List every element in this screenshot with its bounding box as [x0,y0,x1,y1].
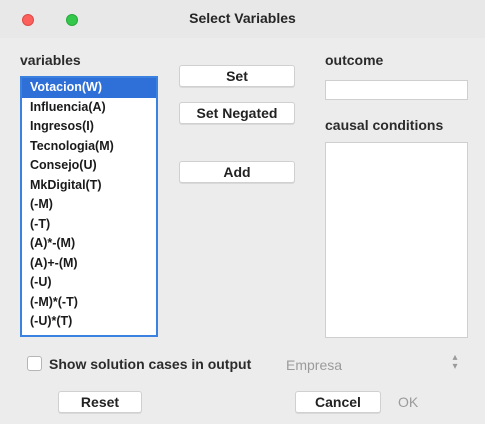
variable-list-item[interactable]: (-U)*(T) [22,312,156,332]
variable-list-item[interactable]: (A)+-(M) [22,254,156,274]
set-button[interactable]: Set [179,65,295,87]
title-bar: Select Variables [0,0,485,38]
causal-conditions-label: causal conditions [325,117,444,133]
variable-list-item[interactable]: Influencia(A) [22,98,156,118]
variables-list[interactable]: Votacion(W) Influencia(A) Ingresos(I) Tecno… [20,76,158,337]
outcome-field[interactable] [325,80,468,100]
variable-list-item[interactable]: (-T) [22,215,156,235]
variable-list-item[interactable]: Tecnologia(M) [22,137,156,157]
up-down-stepper-icon[interactable]: ▴ ▾ [449,353,461,373]
variable-list-item[interactable]: Votacion(W) [22,78,156,98]
causal-conditions-list[interactable] [325,142,468,338]
variable-list-item[interactable]: (-U) [22,273,156,293]
variable-list-item[interactable]: (A)*-(M) [22,234,156,254]
add-button[interactable]: Add [179,161,295,183]
case-id-select[interactable]: Empresa [286,357,342,373]
select-variables-dialog: Select Variables variables Votacion(W) In… [0,0,485,424]
reset-button[interactable]: Reset [58,391,142,413]
ok-button[interactable]: OK [398,394,418,410]
show-solution-cases-checkbox[interactable] [27,356,42,371]
cancel-button[interactable]: Cancel [295,391,381,413]
outcome-label: outcome [325,52,384,68]
show-solution-cases-label[interactable]: Show solution cases in output [49,356,251,372]
variable-list-item[interactable]: Ingresos(I) [22,117,156,137]
variables-label: variables [20,52,81,68]
variable-list-item[interactable]: (-M) [22,195,156,215]
set-negated-button[interactable]: Set Negated [179,102,295,124]
window-title: Select Variables [189,10,296,26]
variable-list-item[interactable]: (-M)*(-T) [22,293,156,313]
variable-list-item[interactable]: Consejo(U) [22,156,156,176]
variable-list-item[interactable]: MkDigital(T) [22,176,156,196]
